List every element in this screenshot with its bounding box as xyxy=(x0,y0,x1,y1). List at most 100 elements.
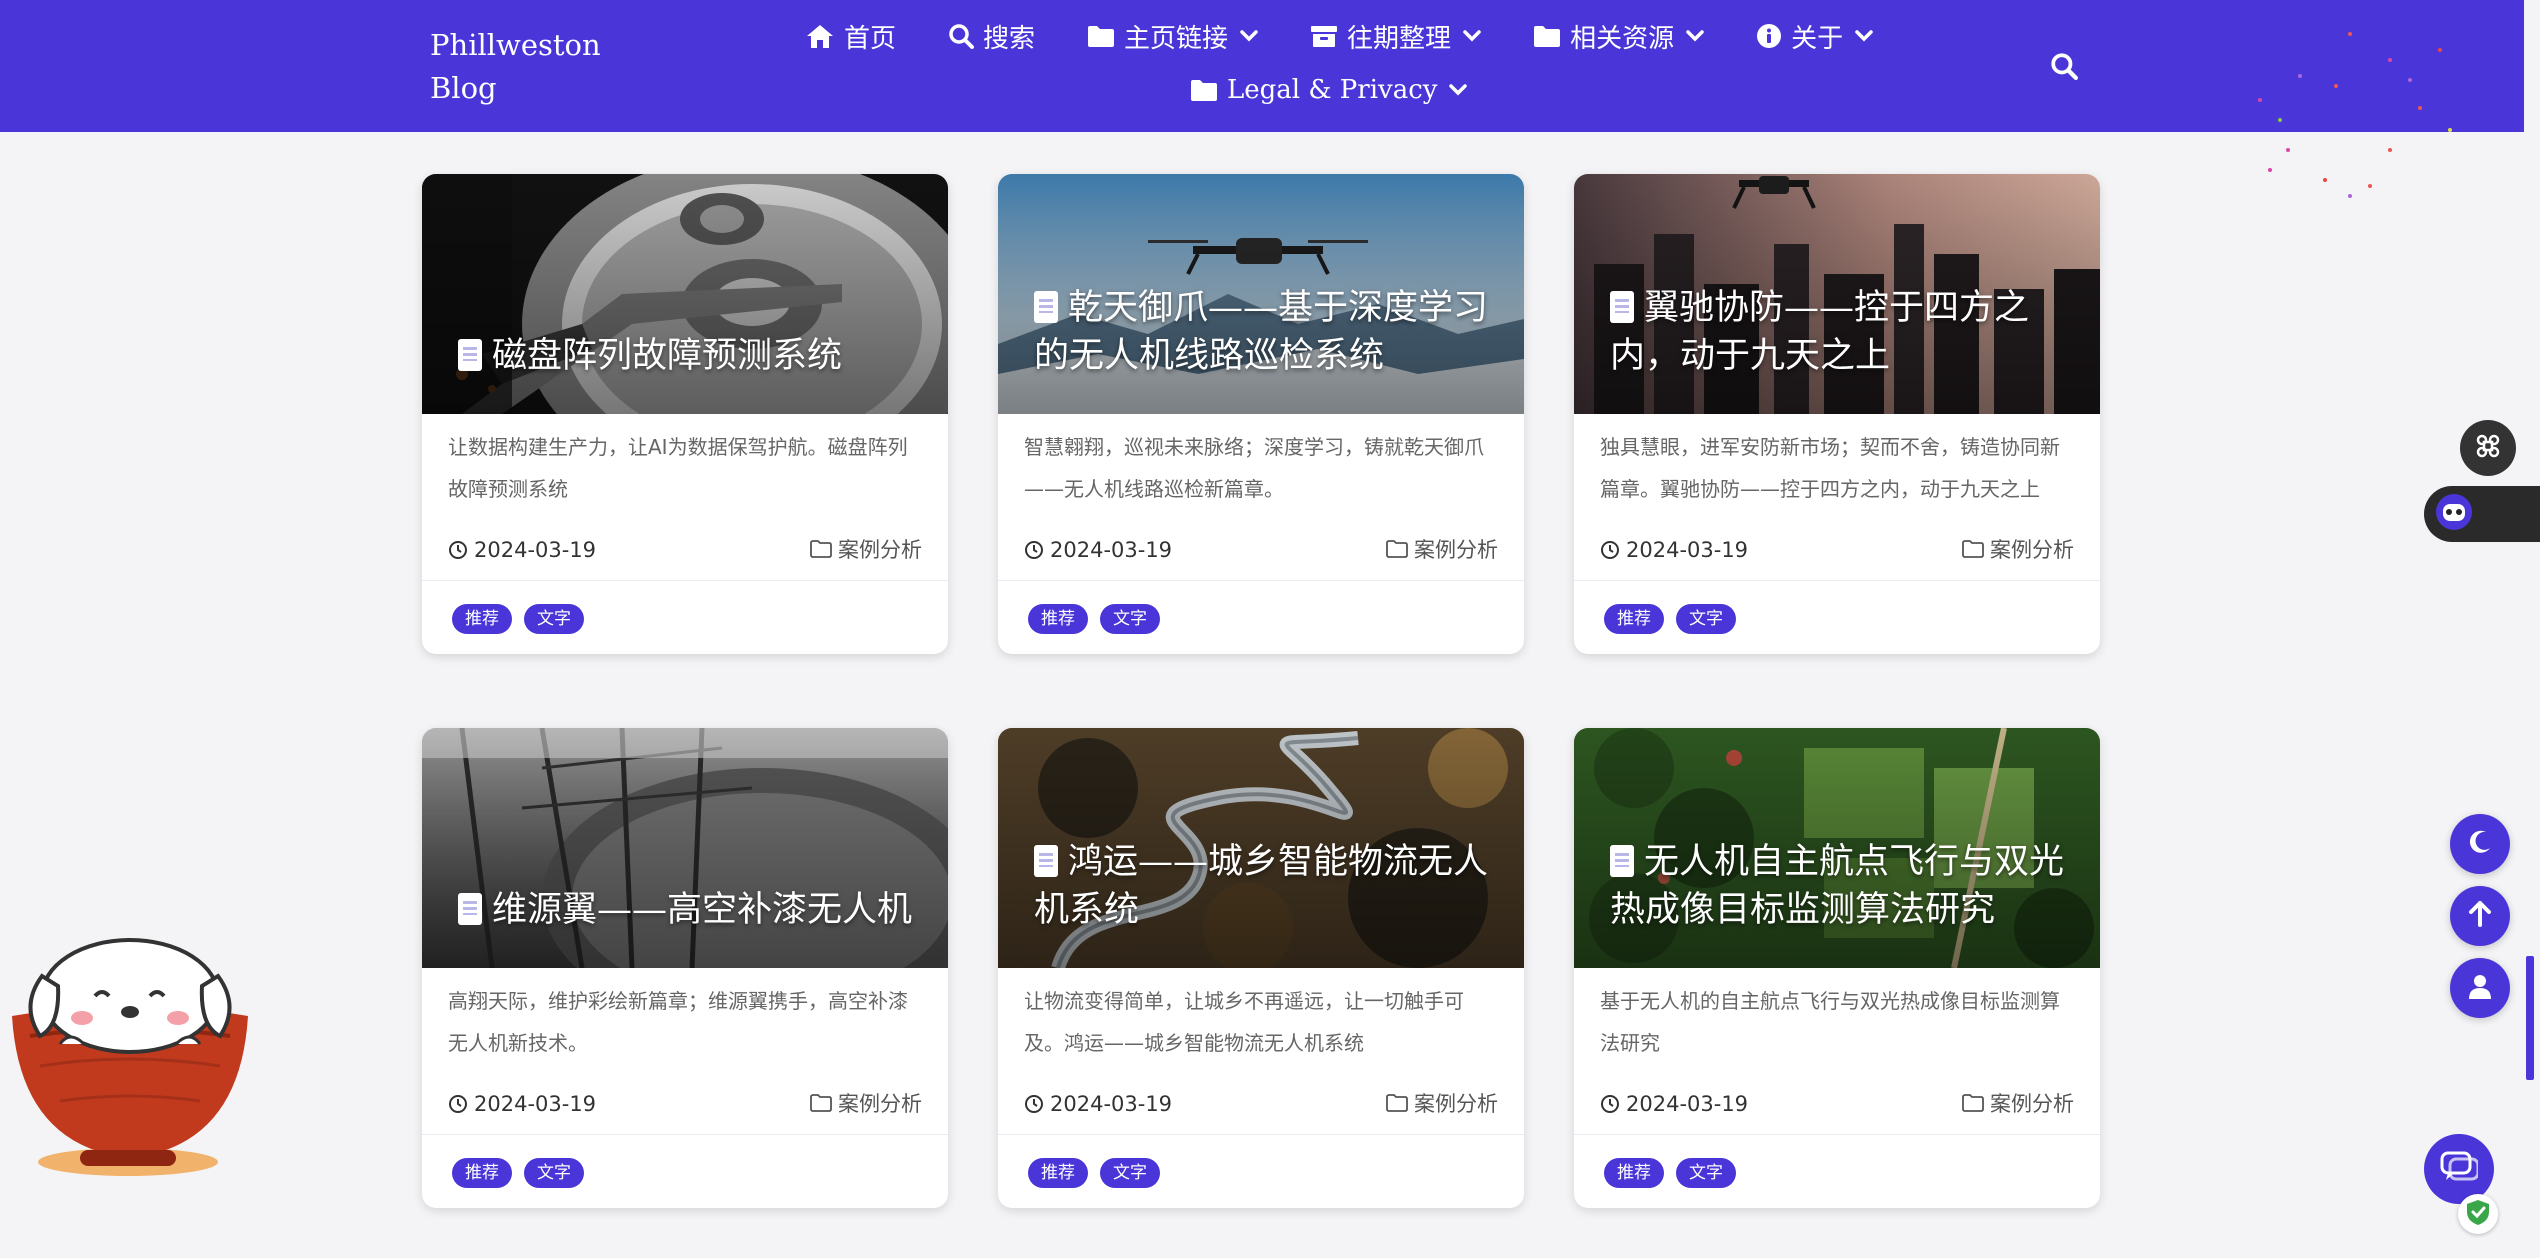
tag-recommend[interactable]: 推荐 xyxy=(452,604,512,634)
post-excerpt: 让物流变得简单，让城乡不再遥远，让一切触手可及。鸿运——城乡智能物流无人机系统 xyxy=(1024,989,1464,1055)
post-category-label: 案例分析 xyxy=(1990,1092,2074,1116)
user-profile-button[interactable] xyxy=(2450,958,2510,1018)
moon-icon xyxy=(2466,828,2494,860)
tag-text[interactable]: 文字 xyxy=(1100,1158,1160,1188)
document-icon xyxy=(458,893,482,925)
nav-search-button[interactable] xyxy=(2050,52,2078,84)
post-thumbnail[interactable]: 磁盘阵列故障预测系统 xyxy=(422,174,948,414)
post-tags: 推荐 文字 xyxy=(1028,604,1172,634)
arrow-up-icon xyxy=(2468,900,2492,932)
tag-text[interactable]: 文字 xyxy=(1676,604,1736,634)
confetti-decoration xyxy=(2258,32,2452,198)
chevron-down-icon xyxy=(1855,30,1873,42)
tag-text[interactable]: 文字 xyxy=(1100,604,1160,634)
post-excerpt: 基于无人机的自主航点飞行与双光热成像目标监测算法研究 xyxy=(1600,989,2060,1055)
home-icon xyxy=(805,23,835,49)
tag-recommend[interactable]: 推荐 xyxy=(452,1158,512,1188)
post-card[interactable]: 维源翼——高空补漆无人机 高翔天际，维护彩绘新篇章；维源翼携手，高空补漆无人机新… xyxy=(422,728,948,1208)
post-excerpt: 高翔天际，维护彩绘新篇章；维源翼携手，高空补漆无人机新技术。 xyxy=(448,989,908,1055)
tag-text[interactable]: 文字 xyxy=(1676,1158,1736,1188)
post-title[interactable]: 磁盘阵列故障预测系统 xyxy=(492,336,842,376)
nav-item-about[interactable]: 关于 xyxy=(1756,18,1873,55)
dark-mode-toggle[interactable] xyxy=(2450,814,2510,874)
post-card[interactable]: 乾天御爪——基于深度学习的无人机线路巡检系统 智慧翱翔，巡视未来脉络；深度学习，… xyxy=(998,174,1524,654)
nav-item-archive[interactable]: 往期整理 xyxy=(1310,18,1481,55)
folder-outline-icon xyxy=(1962,540,1984,558)
tag-recommend[interactable]: 推荐 xyxy=(1604,1158,1664,1188)
document-icon xyxy=(1610,291,1634,323)
nav-item-search[interactable]: 搜索 xyxy=(948,18,1035,55)
post-category-label: 案例分析 xyxy=(838,538,922,562)
card-divider xyxy=(998,1134,1524,1135)
tools-menu-button[interactable] xyxy=(2460,420,2516,476)
post-thumbnail[interactable]: 维源翼——高空补漆无人机 xyxy=(422,728,948,968)
post-thumbnail[interactable]: 乾天御爪——基于深度学习的无人机线路巡检系统 xyxy=(998,174,1524,414)
post-title[interactable]: 翼驰协防——控于四方之内，动于九天之上 xyxy=(1610,288,2029,376)
post-thumbnail[interactable]: 鸿运——城乡智能物流无人机系统 xyxy=(998,728,1524,968)
post-card[interactable]: 鸿运——城乡智能物流无人机系统 让物流变得简单，让城乡不再遥远，让一切触手可及。… xyxy=(998,728,1524,1208)
post-category-label: 案例分析 xyxy=(1990,538,2074,562)
chevron-down-icon xyxy=(1240,30,1258,42)
nav-item-home-label: 首页 xyxy=(844,23,897,54)
folder-outline-icon xyxy=(1962,1094,1984,1112)
clock-icon xyxy=(1601,1095,1619,1113)
nav-item-home-links-label: 主页链接 xyxy=(1124,23,1229,54)
clock-icon xyxy=(1025,1095,1043,1113)
clock-icon xyxy=(1025,541,1043,559)
info-icon xyxy=(1756,23,1782,49)
post-card[interactable]: 翼驰协防——控于四方之内，动于九天之上 独具慧眼，进军安防新市场；契而不舍，铸造… xyxy=(1574,174,2100,654)
post-card[interactable]: 磁盘阵列故障预测系统 让数据构建生产力，让AI为数据保驾护航。磁盘阵列故障预测系… xyxy=(422,174,948,654)
post-date: 2024-03-19 xyxy=(1626,538,1749,562)
post-title[interactable]: 乾天御爪——基于深度学习的无人机线路巡检系统 xyxy=(1034,288,1488,376)
post-tags: 推荐 文字 xyxy=(1604,1158,1748,1188)
clock-icon xyxy=(1601,541,1619,559)
card-divider xyxy=(998,580,1524,581)
bot-icon xyxy=(2434,492,2474,536)
folder-icon xyxy=(1533,24,1561,48)
top-navbar: Phillweston Blog 首页 搜索 主页链接 往期整理 相关资源 关于… xyxy=(0,0,2524,132)
back-to-top-button[interactable] xyxy=(2450,886,2510,946)
mascot-puppy-bowl[interactable] xyxy=(0,926,260,1186)
post-date: 2024-03-19 xyxy=(474,538,597,562)
post-title[interactable]: 无人机自主航点飞行与双光热成像目标监测算法研究 xyxy=(1610,842,2064,930)
nav-item-archive-label: 往期整理 xyxy=(1347,23,1452,54)
post-category[interactable]: 案例分析 xyxy=(810,1088,922,1118)
post-title[interactable]: 维源翼——高空补漆无人机 xyxy=(492,890,912,930)
tag-text[interactable]: 文字 xyxy=(524,604,584,634)
nav-item-resources[interactable]: 相关资源 xyxy=(1533,18,1704,55)
security-badge[interactable] xyxy=(2458,1194,2498,1234)
document-icon xyxy=(458,339,482,371)
tag-recommend[interactable]: 推荐 xyxy=(1028,604,1088,634)
post-date: 2024-03-19 xyxy=(1050,1092,1173,1116)
clock-icon xyxy=(449,541,467,559)
folder-icon xyxy=(1190,78,1218,102)
card-divider xyxy=(1574,580,2100,581)
post-card[interactable]: 无人机自主航点飞行与双光热成像目标监测算法研究 基于无人机的自主航点飞行与双光热… xyxy=(1574,728,2100,1208)
chat-button[interactable] xyxy=(2424,1134,2494,1204)
post-category[interactable]: 案例分析 xyxy=(810,534,922,564)
post-category[interactable]: 案例分析 xyxy=(1386,1088,1498,1118)
post-thumbnail[interactable]: 无人机自主航点飞行与双光热成像目标监测算法研究 xyxy=(1574,728,2100,968)
nav-item-legal-privacy[interactable]: Legal & Privacy xyxy=(1190,75,1468,105)
nav-item-search-label: 搜索 xyxy=(983,23,1036,54)
post-excerpt: 智慧翱翔，巡视未来脉络；深度学习，铸就乾天御爪——无人机线路巡检新篇章。 xyxy=(1024,435,1484,501)
nav-item-home[interactable]: 首页 xyxy=(805,18,896,55)
site-brand[interactable]: Phillweston Blog xyxy=(430,24,630,110)
assistant-bot-tab[interactable] xyxy=(2424,486,2540,542)
card-divider xyxy=(422,580,948,581)
post-thumbnail[interactable]: 翼驰协防——控于四方之内，动于九天之上 xyxy=(1574,174,2100,414)
card-divider xyxy=(1574,1134,2100,1135)
post-date: 2024-03-19 xyxy=(1050,538,1173,562)
post-category[interactable]: 案例分析 xyxy=(1962,534,2074,564)
scrollbar-thumb[interactable] xyxy=(2526,956,2534,1080)
card-divider xyxy=(422,1134,948,1135)
post-category[interactable]: 案例分析 xyxy=(1386,534,1498,564)
folder-outline-icon xyxy=(810,1094,832,1112)
tag-text[interactable]: 文字 xyxy=(524,1158,584,1188)
tag-recommend[interactable]: 推荐 xyxy=(1028,1158,1088,1188)
post-category[interactable]: 案例分析 xyxy=(1962,1088,2074,1118)
post-category-label: 案例分析 xyxy=(1414,538,1498,562)
nav-item-home-links[interactable]: 主页链接 xyxy=(1087,18,1258,55)
post-title[interactable]: 鸿运——城乡智能物流无人机系统 xyxy=(1034,842,1488,930)
tag-recommend[interactable]: 推荐 xyxy=(1604,604,1664,634)
